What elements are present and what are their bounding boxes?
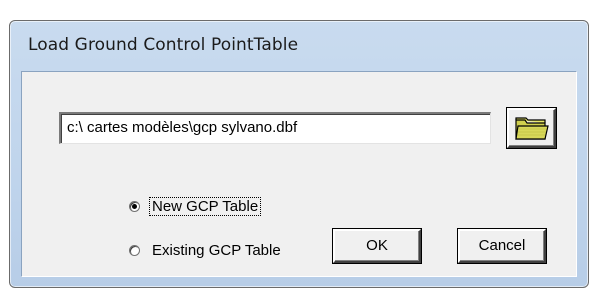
dialog-title: Load Ground Control PointTable <box>28 35 299 55</box>
new-gcp-table-option[interactable]: New GCP Table <box>129 197 262 216</box>
cancel-button[interactable]: Cancel <box>458 229 546 263</box>
browse-folder-button[interactable] <box>507 108 556 148</box>
existing-gcp-table-radio[interactable] <box>129 245 140 256</box>
existing-gcp-table-option[interactable]: Existing GCP Table <box>129 242 283 259</box>
load-gcp-dialog: Load Ground Control PointTable c:\ carte… <box>9 20 589 288</box>
ok-button[interactable]: OK <box>333 229 421 263</box>
file-path-field[interactable]: c:\ cartes modèles\gcp sylvano.dbf <box>59 112 491 144</box>
existing-gcp-table-label: Existing GCP Table <box>152 242 281 259</box>
new-gcp-table-radio[interactable] <box>129 201 140 212</box>
folder-icon <box>515 117 549 140</box>
dialog-client-area: c:\ cartes modèles\gcp sylvano.dbf New G… <box>21 71 577 277</box>
dialog-titlebar[interactable]: Load Ground Control PointTable <box>10 21 588 71</box>
new-gcp-table-label: New GCP Table <box>148 197 262 216</box>
